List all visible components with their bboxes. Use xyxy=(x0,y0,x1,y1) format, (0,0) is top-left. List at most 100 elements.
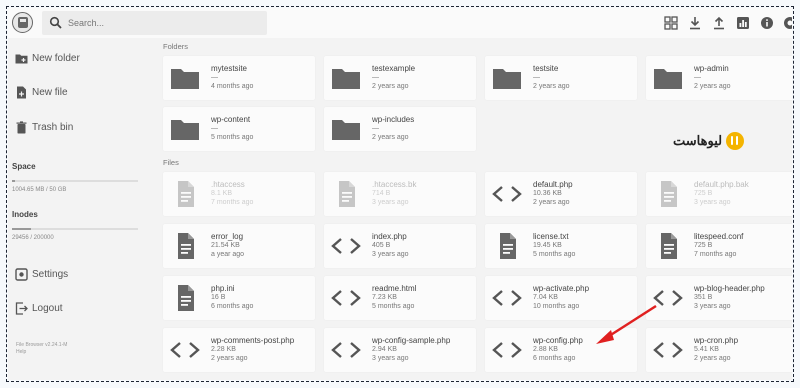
trash-bin-button[interactable]: Trash bin xyxy=(8,115,158,139)
folder-card[interactable]: testsite — 2 years ago xyxy=(485,56,637,100)
folder-card[interactable]: testexample — 2 years ago xyxy=(324,56,476,100)
folder-card[interactable]: wp-includes — 2 years ago xyxy=(324,107,476,151)
file-card[interactable]: wp-config-sample.php 2.94 KB 3 years ago xyxy=(324,328,476,372)
item-name: wp-blog-header.php xyxy=(694,284,765,293)
item-modified: 3 years ago xyxy=(372,251,409,258)
item-size: 19.45 KB xyxy=(533,242,562,249)
item-name: wp-includes xyxy=(372,115,415,124)
item-name: wp-comments-post.php xyxy=(211,336,295,345)
item-modified: 3 years ago xyxy=(694,199,731,206)
item-size: 16 B xyxy=(211,294,226,301)
more-icon[interactable] xyxy=(783,16,792,30)
folder-icon xyxy=(652,64,684,92)
file-card[interactable]: wp-cron.php 5.41 KB 2 years ago xyxy=(646,328,792,372)
info-icon[interactable] xyxy=(760,16,774,30)
code-file-icon xyxy=(652,284,684,312)
folder-icon xyxy=(169,115,201,143)
item-modified: 2 years ago xyxy=(533,199,570,206)
new-file-icon xyxy=(17,86,26,98)
code-file-icon xyxy=(330,336,362,364)
document-file-icon xyxy=(169,232,201,260)
file-card[interactable]: .htaccess 8.1 KB 7 months ago xyxy=(163,172,315,216)
version-text: File Browser v2.24.1-M xyxy=(16,342,68,348)
settings-button[interactable]: Settings xyxy=(8,262,158,286)
settings-icon xyxy=(15,267,28,281)
item-modified: 6 months ago xyxy=(211,303,254,310)
item-modified: a year ago xyxy=(211,251,245,258)
file-card[interactable]: wp-activate.php 7.04 KB 10 months ago xyxy=(485,276,637,320)
download-icon[interactable] xyxy=(688,16,702,30)
inodes-progress-fill xyxy=(12,228,31,230)
item-size: 2.28 KB xyxy=(211,346,236,353)
item-size: 10.36 KB xyxy=(533,190,562,197)
folder-card[interactable]: mytestsite — 4 months ago xyxy=(163,56,315,100)
item-size: 351 B xyxy=(694,294,713,301)
folder-icon xyxy=(491,64,523,92)
file-card[interactable]: litespeed.conf 725 B 7 months ago xyxy=(646,224,792,268)
item-size: 7.23 KB xyxy=(372,294,397,301)
sidebar: New folder New file Trash bin Space 1004… xyxy=(8,38,163,380)
trash-icon xyxy=(16,120,27,133)
item-modified: 7 months ago xyxy=(694,251,737,258)
document-file-icon xyxy=(652,180,684,208)
item-name: wp-config-sample.php xyxy=(372,336,451,345)
folder-card[interactable]: wp-content — 5 months ago xyxy=(163,107,315,151)
document-file-icon xyxy=(169,180,201,208)
file-card[interactable]: license.txt 19.45 KB 5 months ago xyxy=(485,224,637,268)
screenshot-frame: New folder New file Trash bin Space 1004… xyxy=(0,0,800,388)
logout-button[interactable]: Logout xyxy=(8,296,158,320)
item-name: wp-config.php xyxy=(533,336,583,345)
code-file-icon xyxy=(491,180,523,208)
item-modified: 2 years ago xyxy=(211,355,248,362)
new-folder-button[interactable]: New folder xyxy=(8,46,158,70)
upload-icon[interactable] xyxy=(712,16,726,30)
file-card[interactable]: readme.html 7.23 KB 5 months ago xyxy=(324,276,476,320)
item-modified: 2 years ago xyxy=(694,355,731,362)
file-card[interactable]: default.php.bak 725 B 3 years ago xyxy=(646,172,792,216)
settings-label: Settings xyxy=(32,268,69,280)
item-modified: 2 years ago xyxy=(533,83,570,90)
space-heading: Space xyxy=(12,162,36,171)
file-card[interactable]: .htaccess.bk 714 B 3 years ago xyxy=(324,172,476,216)
item-modified: 2 years ago xyxy=(372,134,409,141)
file-card[interactable]: index.php 405 B 3 years ago xyxy=(324,224,476,268)
item-size: 7.04 KB xyxy=(533,294,558,301)
item-name: default.php xyxy=(533,180,573,189)
item-name: .htaccess.bk xyxy=(372,180,417,189)
brand-logo-icon xyxy=(726,132,745,150)
item-modified: 3 years ago xyxy=(372,199,409,206)
folder-card[interactable]: wp-admin — 2 years ago xyxy=(646,56,792,100)
item-modified: 3 years ago xyxy=(372,355,409,362)
folder-icon xyxy=(330,64,362,92)
file-card[interactable]: wp-config.php 2.88 KB 6 months ago xyxy=(485,328,637,372)
item-size: 2.88 KB xyxy=(533,346,558,353)
search-input[interactable] xyxy=(68,15,258,31)
item-name: testsite xyxy=(533,64,559,73)
item-modified: 5 months ago xyxy=(211,134,254,141)
space-progress-fill xyxy=(12,180,15,182)
item-name: mytestsite xyxy=(211,64,248,73)
item-name: wp-cron.php xyxy=(694,336,739,345)
item-modified: 5 months ago xyxy=(533,251,576,258)
search-box[interactable] xyxy=(42,11,267,35)
item-modified: 3 years ago xyxy=(694,303,731,310)
file-card[interactable]: wp-comments-post.php 2.28 KB 2 years ago xyxy=(163,328,315,372)
file-card[interactable]: php.ini 16 B 6 months ago xyxy=(163,276,315,320)
item-name: wp-activate.php xyxy=(533,284,590,293)
help-link[interactable]: Help xyxy=(16,349,26,356)
file-card[interactable]: error_log 21.54 KB a year ago xyxy=(163,224,315,268)
item-size: 725 B xyxy=(694,242,713,249)
file-card[interactable]: default.php 10.36 KB 2 years ago xyxy=(485,172,637,216)
item-modified: 2 years ago xyxy=(694,83,731,90)
info-chart-icon[interactable] xyxy=(736,16,750,30)
item-modified: 4 months ago xyxy=(211,83,254,90)
new-file-button[interactable]: New file xyxy=(8,80,158,104)
item-name: default.php.bak xyxy=(694,180,749,189)
search-icon xyxy=(49,16,62,29)
item-name: index.php xyxy=(372,232,407,241)
item-size: 405 B xyxy=(372,242,391,249)
app-logo-icon[interactable] xyxy=(12,12,33,33)
grid-view-icon[interactable] xyxy=(664,16,678,30)
file-card[interactable]: wp-blog-header.php 351 B 3 years ago xyxy=(646,276,792,320)
inodes-progress xyxy=(12,228,138,230)
